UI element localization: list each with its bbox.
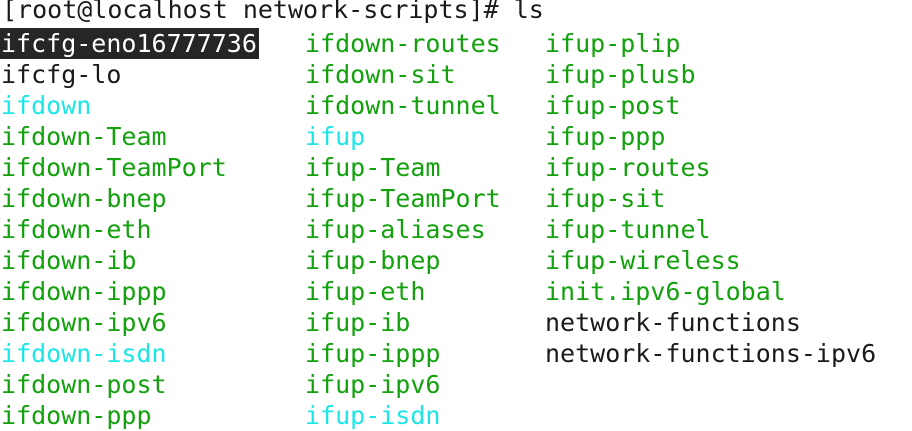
file-entry[interactable]: ifdown-ppp [0, 400, 304, 431]
ls-column-2: ifdown-routes ifdown-sit ifdown-tunnel ifup… [304, 28, 544, 431]
file-entry[interactable]: ifup [304, 121, 544, 152]
file-entry[interactable]: ifup-plip [544, 28, 912, 59]
file-entry[interactable]: ifdown-TeamPort [0, 152, 304, 183]
file-entry[interactable]: ifdown-routes [304, 28, 544, 59]
file-entry[interactable]: ifdown-sit [304, 59, 544, 90]
file-entry[interactable]: ifup-routes [544, 152, 912, 183]
file-entry[interactable]: ifup-ib [304, 307, 544, 338]
command-prompt-line: [root@localhost network-scripts]# ls [2, 0, 544, 24]
file-entry[interactable]: ifup-bnep [304, 245, 544, 276]
file-entry[interactable]: ifup-sit [544, 183, 912, 214]
file-entry[interactable]: ifdown-isdn [0, 338, 304, 369]
file-entry[interactable]: ifdown-bnep [0, 183, 304, 214]
file-entry[interactable]: ifup-post [544, 90, 912, 121]
file-entry[interactable]: network-functions-ipv6 [544, 338, 912, 369]
file-entry[interactable]: ifup-isdn [304, 400, 544, 431]
file-entry[interactable]: ifup-wireless [544, 245, 912, 276]
file-entry[interactable]: ifup-TeamPort [304, 183, 544, 214]
ls-output: ifcfg-eno16777736 ifcfg-lo ifdown ifdown-Te… [0, 28, 912, 431]
ls-column-3: ifup-plip ifup-plusb ifup-post ifup-ppp ifup… [544, 28, 912, 431]
file-entry[interactable]: ifdown-Team [0, 121, 304, 152]
file-entry[interactable]: ifdown-ipv6 [0, 307, 304, 338]
file-entry[interactable]: network-functions [544, 307, 912, 338]
file-entry[interactable]: ifdown-tunnel [304, 90, 544, 121]
file-entry[interactable]: ifup-plusb [544, 59, 912, 90]
file-entry[interactable]: ifcfg-eno16777736 [0, 28, 259, 59]
file-entry[interactable]: ifcfg-lo [0, 59, 304, 90]
file-entry[interactable]: ifdown [0, 90, 304, 121]
file-entry[interactable]: init.ipv6-global [544, 276, 912, 307]
terminal-window[interactable]: [root@localhost network-scripts]# ls ifc… [0, 0, 912, 431]
file-entry[interactable]: ifdown-eth [0, 214, 304, 245]
file-entry[interactable]: ifup-ipv6 [304, 369, 544, 400]
file-entry[interactable]: ifup-tunnel [544, 214, 912, 245]
ls-column-1: ifcfg-eno16777736 ifcfg-lo ifdown ifdown-Te… [0, 28, 304, 431]
file-entry[interactable]: ifup-ippp [304, 338, 544, 369]
file-entry[interactable]: ifdown-ib [0, 245, 304, 276]
file-entry[interactable]: ifup-ppp [544, 121, 912, 152]
file-entry[interactable]: ifdown-post [0, 369, 304, 400]
file-entry[interactable]: ifup-aliases [304, 214, 544, 245]
file-entry[interactable]: ifup-eth [304, 276, 544, 307]
file-entry[interactable]: ifdown-ippp [0, 276, 304, 307]
file-entry[interactable]: ifup-Team [304, 152, 544, 183]
